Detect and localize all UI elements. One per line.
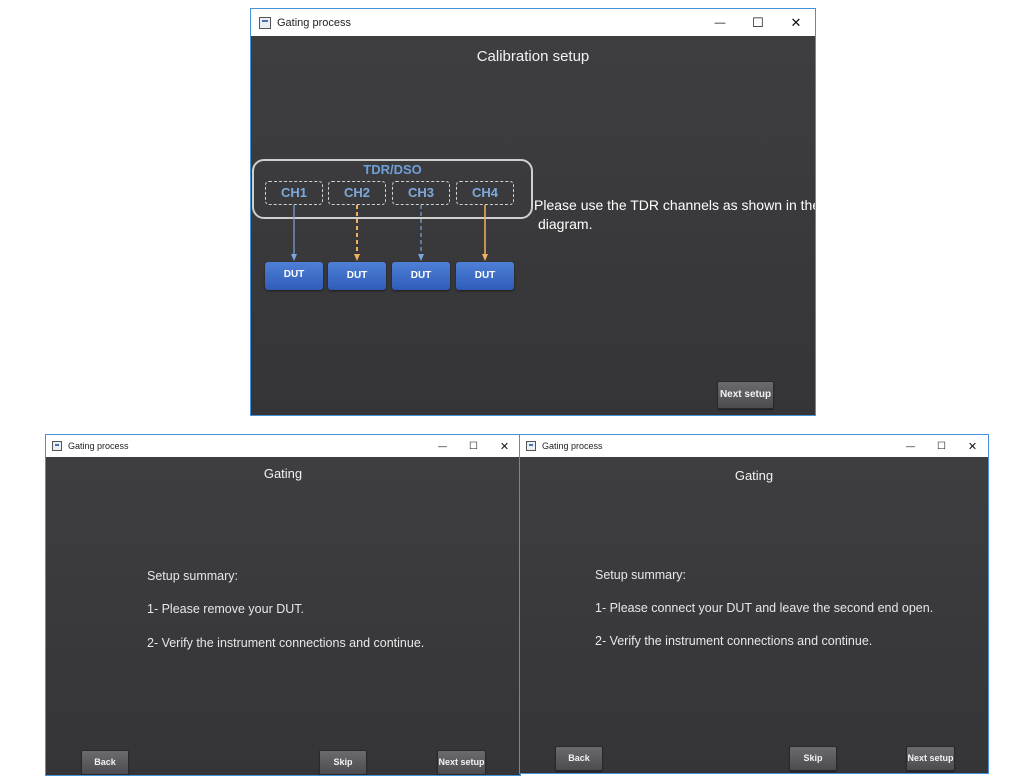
summary-step-2: 2- Verify the instrument connections and… bbox=[147, 636, 425, 650]
gating-window-remove: Gating process — ☐ ✕ Gating Setup summar… bbox=[45, 434, 521, 776]
instruction-line-1: Please use the TDR channels as shown in … bbox=[534, 197, 816, 213]
close-icon[interactable]: ✕ bbox=[957, 440, 988, 453]
arrow-ch4 bbox=[482, 205, 488, 261]
maximize-icon[interactable]: ☐ bbox=[458, 441, 489, 452]
dut-block-3: DUT bbox=[392, 262, 450, 290]
calibration-content: Calibration setup TDR/DSO CH1 CH2 CH3 CH… bbox=[251, 36, 815, 415]
app-icon bbox=[52, 441, 62, 451]
close-icon[interactable]: ✕ bbox=[777, 15, 815, 31]
window-controls: — ☐ ✕ bbox=[701, 9, 815, 36]
window-controls: — ☐ ✕ bbox=[427, 435, 520, 457]
title-bar[interactable]: Gating process — ☐ ✕ bbox=[46, 435, 520, 457]
calibration-window: Gating process — ☐ ✕ Calibration setup T… bbox=[250, 8, 816, 416]
summary-title: Setup summary: bbox=[147, 569, 239, 583]
gating-window-open: Gating process — ☐ ✕ Gating Setup summar… bbox=[519, 434, 989, 774]
arrow-ch2 bbox=[354, 205, 360, 261]
window-title: Gating process bbox=[542, 441, 603, 451]
summary-step-1: 1- Please connect your DUT and leave the… bbox=[595, 601, 934, 615]
next-setup-button[interactable]: Next setup bbox=[906, 746, 955, 771]
arrow-ch1 bbox=[291, 205, 297, 261]
maximize-icon[interactable]: ☐ bbox=[926, 441, 957, 452]
minimize-icon[interactable]: — bbox=[427, 441, 458, 451]
skip-button[interactable]: Skip bbox=[789, 746, 837, 771]
summary-step-1: 1- Please remove your DUT. bbox=[147, 602, 305, 616]
window-title: Gating process bbox=[277, 16, 351, 29]
gating-content: Gating Setup summary: 1- Please connect … bbox=[520, 457, 988, 773]
title-bar[interactable]: Gating process — ☐ ✕ bbox=[251, 9, 815, 36]
title-bar[interactable]: Gating process — ☐ ✕ bbox=[520, 435, 988, 457]
dut-block-2: DUT bbox=[328, 262, 386, 290]
next-setup-button[interactable]: Next setup bbox=[437, 750, 486, 775]
dut-block-1: DUT bbox=[265, 262, 323, 290]
close-icon[interactable]: ✕ bbox=[489, 440, 520, 453]
dut-block-4: DUT bbox=[456, 262, 514, 290]
app-icon bbox=[526, 441, 536, 451]
arrow-ch3 bbox=[418, 205, 424, 261]
summary-step-2: 2- Verify the instrument connections and… bbox=[595, 634, 873, 648]
next-setup-button[interactable]: Next setup bbox=[717, 381, 774, 409]
skip-button[interactable]: Skip bbox=[319, 750, 367, 775]
gating-content: Gating Setup summary: 1- Please remove y… bbox=[46, 457, 520, 775]
minimize-icon[interactable]: — bbox=[895, 441, 926, 451]
back-button[interactable]: Back bbox=[81, 750, 129, 775]
back-button[interactable]: Back bbox=[555, 746, 603, 771]
page-title: Gating bbox=[734, 468, 774, 483]
app-icon bbox=[259, 16, 271, 29]
instruction-line-2: diagram. bbox=[538, 216, 593, 232]
summary-title: Setup summary: bbox=[595, 568, 687, 582]
page-title: Gating bbox=[263, 466, 303, 481]
window-title: Gating process bbox=[68, 441, 129, 451]
maximize-icon[interactable]: ☐ bbox=[739, 15, 777, 31]
window-controls: — ☐ ✕ bbox=[895, 435, 988, 457]
connection-arrows bbox=[291, 205, 488, 261]
minimize-icon[interactable]: — bbox=[701, 17, 739, 29]
